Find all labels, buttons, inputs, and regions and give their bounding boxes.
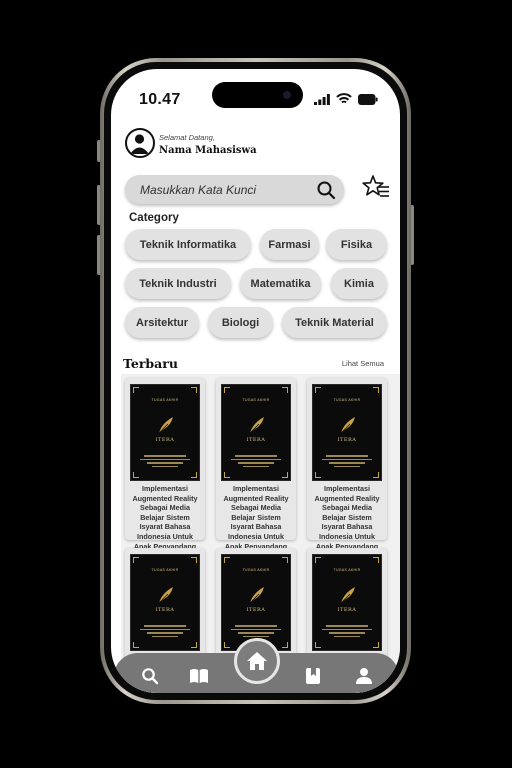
book-card[interactable]: TUGAS AKHIR ITERA Implementasi Augmented R… — [216, 378, 296, 560]
book-cover: TUGAS AKHIR ITERA — [130, 554, 200, 651]
status-icons — [314, 93, 378, 105]
cover-label: TUGAS AKHIR — [333, 398, 361, 402]
cover-label: TUGAS AKHIR — [151, 568, 179, 572]
battery-icon — [358, 94, 378, 105]
home-icon — [247, 652, 267, 670]
feather-logo-icon — [158, 417, 173, 434]
search-icon[interactable] — [316, 180, 336, 200]
phone-frame: 10.47 Selamat Datang, Nama Mahasiswa Mas… — [100, 58, 411, 704]
book-open-icon — [190, 669, 208, 683]
book-cover: TUGAS AKHIR ITERA — [312, 384, 382, 481]
category-chip-teknik-material[interactable]: Teknik Material — [282, 307, 387, 338]
favorites-list-icon[interactable] — [362, 174, 390, 202]
category-chip-farmasi[interactable]: Farmasi — [260, 229, 319, 260]
feather-logo-icon — [158, 587, 173, 604]
user-icon — [356, 668, 372, 684]
category-title: Category — [129, 212, 179, 224]
cover-label: TUGAS AKHIR — [151, 398, 179, 402]
category-chip-matematika[interactable]: Matematika — [240, 268, 321, 299]
cover-label: TUGAS AKHIR — [333, 568, 361, 572]
avatar[interactable] — [125, 128, 155, 158]
latest-title: Terbaru — [123, 356, 178, 371]
user-avatar-icon — [130, 134, 149, 154]
nav-library[interactable] — [187, 664, 211, 688]
book-cover: TUGAS AKHIR ITERA — [221, 554, 291, 651]
category-chip-teknik-informatika[interactable]: Teknik Informatika — [125, 229, 251, 260]
nav-search[interactable] — [138, 664, 162, 688]
signal-icon — [314, 94, 330, 105]
cover-brand: ITERA — [337, 437, 357, 443]
book-card[interactable]: TUGAS AKHIR ITERA Implementasi Augmented R… — [307, 378, 387, 560]
dynamic-island — [212, 82, 303, 108]
nav-profile[interactable] — [352, 664, 376, 688]
search-icon — [142, 668, 159, 685]
cover-brand: ITERA — [155, 437, 175, 443]
cover-brand: ITERA — [155, 607, 175, 613]
feather-logo-icon — [340, 417, 355, 434]
phone-bezel: 10.47 Selamat Datang, Nama Mahasiswa Mas… — [104, 62, 407, 700]
bookmark-icon — [306, 668, 320, 684]
cover-brand: ITERA — [246, 437, 266, 443]
wifi-icon — [336, 93, 352, 104]
nav-home-button[interactable] — [234, 638, 280, 684]
feather-logo-icon — [249, 587, 264, 604]
book-cover: TUGAS AKHIR ITERA — [221, 384, 291, 481]
category-chip-biologi[interactable]: Biologi — [208, 307, 273, 338]
search-bar[interactable]: Masukkan Kata Kunci — [125, 175, 344, 204]
status-time: 10.47 — [139, 91, 181, 108]
feather-logo-icon — [340, 587, 355, 604]
book-cover: TUGAS AKHIR ITERA — [312, 554, 382, 651]
app-screen: 10.47 Selamat Datang, Nama Mahasiswa Mas… — [111, 69, 400, 693]
user-name: Nama Mahasiswa — [159, 145, 257, 156]
category-chip-kimia[interactable]: Kimia — [331, 268, 387, 299]
cover-brand: ITERA — [246, 607, 266, 613]
category-chip-arsitektur[interactable]: Arsitektur — [125, 307, 199, 338]
cover-brand: ITERA — [337, 607, 357, 613]
cover-label: TUGAS AKHIR — [242, 398, 270, 402]
greeting-text: Selamat Datang, — [159, 133, 215, 142]
feather-logo-icon — [249, 417, 264, 434]
book-card[interactable]: TUGAS AKHIR ITERA Implementasi Augmented R… — [125, 378, 205, 560]
cover-label: TUGAS AKHIR — [242, 568, 270, 572]
book-cover: TUGAS AKHIR ITERA — [130, 384, 200, 481]
category-chip-fisika[interactable]: Fisika — [326, 229, 387, 260]
category-chip-teknik-industri[interactable]: Teknik Industri — [125, 268, 231, 299]
search-input[interactable]: Masukkan Kata Kunci — [140, 183, 256, 197]
see-all-link[interactable]: Lihat Semua — [342, 359, 384, 368]
nav-bookmark[interactable] — [301, 664, 325, 688]
